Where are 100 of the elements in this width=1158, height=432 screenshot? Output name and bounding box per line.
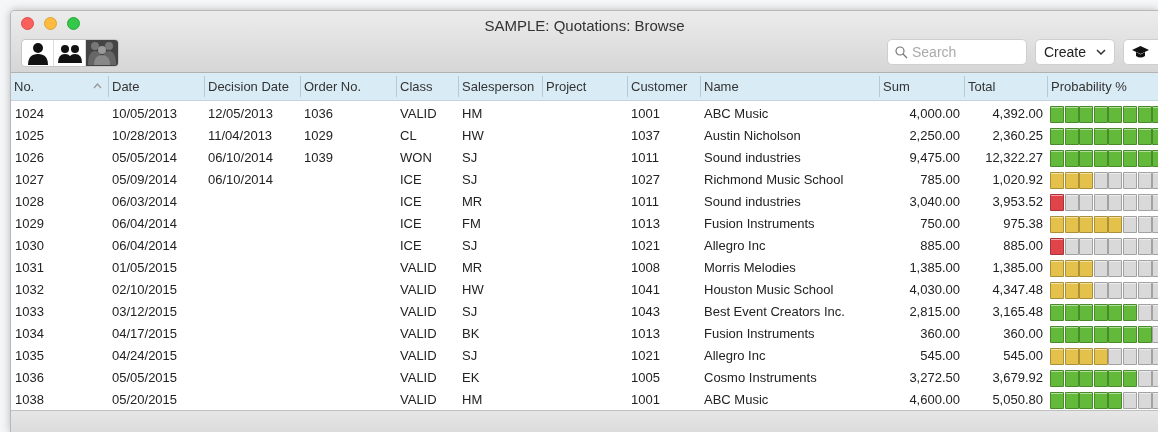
table-cell-text: FM (462, 215, 481, 234)
table-cell-text: ICE (400, 237, 422, 256)
table-cell-text: 1,020.92 (992, 171, 1043, 190)
column-header[interactable]: Name (701, 76, 739, 97)
table-cell-text: 1037 (631, 127, 660, 146)
table-cell-text: 06/04/2014 (112, 215, 178, 234)
table-cell-text: 2,815.00 (909, 303, 960, 322)
graduation-cap-icon (1132, 46, 1149, 58)
table-cell-text: 11/04/2013 (208, 127, 273, 146)
table-cell-text: 3,040.00 (909, 193, 960, 212)
table-cell-text: 06/10/2014 (208, 149, 274, 168)
table-cell-text: WON (400, 149, 432, 168)
table-cell-text: 4,600.00 (909, 391, 960, 410)
table-cell-text: 1027 (631, 171, 660, 190)
table-cell-text: 1024 (15, 105, 44, 124)
group-people-icon[interactable] (86, 40, 118, 66)
table-cell-text: 1036 (15, 369, 44, 388)
column-header[interactable]: Decision Date (205, 76, 289, 97)
search-icon (895, 46, 908, 59)
column-header[interactable]: No. (11, 76, 35, 97)
table-cell-text: 4,030.00 (909, 281, 960, 300)
table-cell-text: 05/05/2015 (112, 369, 178, 388)
table-cell-text: 1036 (304, 105, 333, 124)
table-cell-text: 03/12/2015 (112, 303, 178, 322)
table-cell-text: 1030 (15, 237, 44, 256)
column-header[interactable]: Order No. (301, 76, 362, 97)
table-cell-text: 1028 (15, 193, 44, 212)
table-cell-text: 04/24/2015 (112, 347, 178, 366)
table-cell-text: 3,679.92 (992, 369, 1043, 388)
table-cell-text: 545.00 (1003, 347, 1043, 366)
table-cell-text: SJ (462, 149, 478, 168)
table-cell-text: 1013 (631, 215, 660, 234)
minimize-button[interactable] (44, 17, 57, 30)
table-cell-text: SJ (462, 347, 478, 366)
table-cell-text: MR (462, 193, 483, 212)
table-cell-text: 3,165.48 (992, 303, 1043, 322)
table-cell-text: 1025 (15, 127, 44, 146)
table-cell-text: ICE (400, 215, 422, 234)
table-cell-text: 1034 (15, 325, 44, 344)
table-cell-text: ABC Music (704, 105, 769, 124)
table-cell-text: Sound industries (704, 149, 801, 168)
table-cell-text: Allegro Inc (704, 347, 766, 366)
table-cell-text: 3,272.50 (909, 369, 960, 388)
table-cell-text: MR (462, 259, 483, 278)
table-cell-text: 1041 (631, 281, 660, 300)
column-header[interactable]: Project (543, 76, 587, 97)
table-cell-text: HM (462, 105, 483, 124)
table-cell-text: 02/10/2015 (112, 281, 178, 300)
table-cell-text: 1021 (631, 347, 660, 366)
table-cell-text: ICE (400, 193, 422, 212)
table-cell-text: Allegro Inc (704, 237, 766, 256)
table-cell-text: 10/28/2013 (112, 127, 178, 146)
table-cell-text: 10/05/2013 (112, 105, 178, 124)
table-cell-text: 785.00 (920, 171, 960, 190)
table-cell-text: HM (462, 391, 483, 410)
column-header[interactable]: Sum (880, 76, 910, 97)
table-cell-text: HW (462, 127, 484, 146)
table-cell-text: VALID (400, 347, 437, 366)
table-cell-text: 1001 (631, 105, 660, 124)
table-cell-text: 1031 (15, 259, 44, 278)
column-header[interactable]: Date (109, 76, 140, 97)
table-cell-text: Best Event Creators Inc. (704, 303, 845, 322)
table-cell-text: Cosmo Instruments (704, 369, 817, 388)
table-cell-text: 05/09/2014 (112, 171, 178, 190)
table-cell-text: 1029 (304, 127, 333, 146)
table-cell-text: VALID (400, 259, 437, 278)
create-dropdown[interactable]: Create (1035, 39, 1115, 65)
table-cell-text: 885.00 (920, 237, 960, 256)
table-cell-text: SJ (462, 237, 478, 256)
table-cell-text: Fusion Instruments (704, 215, 815, 234)
search-field[interactable]: Search (887, 39, 1027, 65)
column-header[interactable]: Salesperson (459, 76, 535, 97)
table-cell-text: ICE (400, 171, 422, 190)
table-cell-text: VALID (400, 391, 437, 410)
table-cell-text: 01/05/2015 (112, 259, 178, 278)
table-cell-text: 4,392.00 (992, 105, 1043, 124)
column-header[interactable]: Class (397, 76, 433, 97)
column-header[interactable]: Customer (628, 76, 688, 97)
table-cell-text: 545.00 (920, 347, 960, 366)
table-cell-text: 2,360.25 (992, 127, 1043, 146)
table-cell-text: 1001 (631, 391, 660, 410)
table-cell-text: 1011 (631, 193, 659, 212)
table-cell-text: 06/04/2014 (112, 237, 178, 256)
table-cell-text: 1,385.00 (909, 259, 960, 278)
table-cell-text: 750.00 (920, 215, 960, 234)
table-cell-text: SJ (462, 303, 478, 322)
table-cell-text: 06/10/2014 (208, 171, 274, 190)
graduation-cap-button[interactable] (1123, 39, 1158, 65)
table-cell-text: 12,322.27 (985, 149, 1043, 168)
table-cell-text: 9,475.00 (909, 149, 960, 168)
chevron-down-icon (1096, 49, 1106, 55)
table-cell-text: Houston Music School (704, 281, 834, 300)
table-cell-text: CL (400, 127, 417, 146)
close-button[interactable] (21, 17, 34, 30)
column-header[interactable]: Probability % (1048, 76, 1127, 97)
table-cell-text: 2,250.00 (909, 127, 960, 146)
table-cell-text: 1005 (631, 369, 660, 388)
column-header[interactable]: Total (965, 76, 996, 97)
table-cell-text: VALID (400, 325, 437, 344)
zoom-button[interactable] (67, 17, 80, 30)
